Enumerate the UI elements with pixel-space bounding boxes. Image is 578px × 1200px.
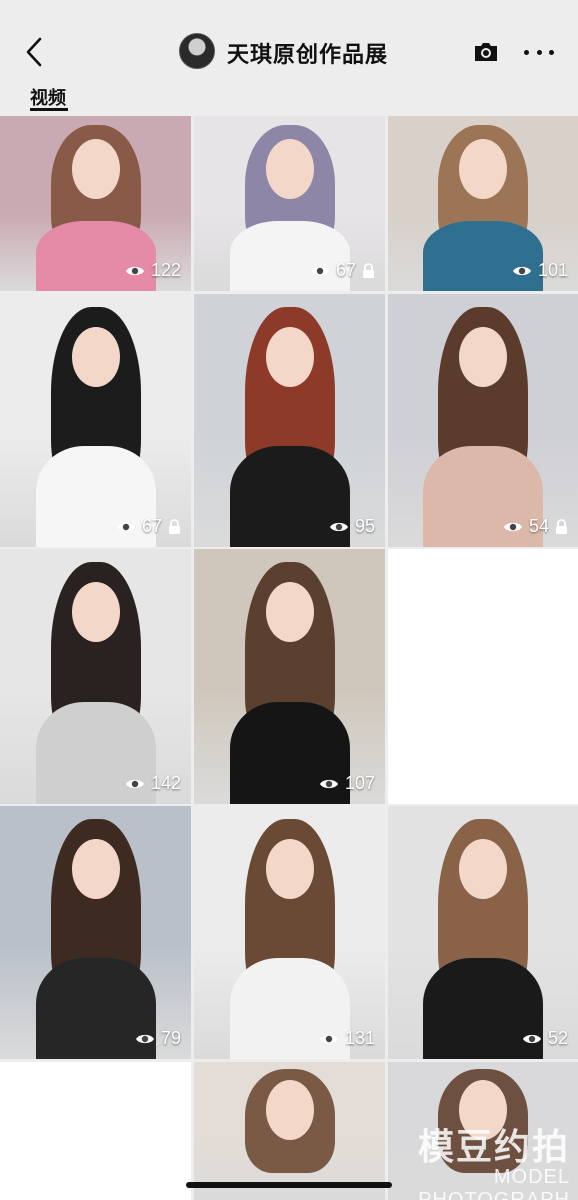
page-title: 天琪原创作品展 bbox=[227, 42, 389, 67]
video-thumbnail[interactable]: 131 bbox=[194, 806, 385, 1059]
eye-icon bbox=[125, 779, 144, 788]
camera-button[interactable] bbox=[472, 38, 500, 66]
view-count-value: 67 bbox=[335, 260, 356, 280]
portrait-photo bbox=[21, 562, 171, 804]
view-count: 79 bbox=[135, 1028, 181, 1049]
face-shape bbox=[71, 327, 120, 387]
view-count-value: 142 bbox=[150, 773, 181, 793]
face-shape bbox=[459, 839, 507, 899]
portrait-photo bbox=[215, 307, 365, 547]
face-shape bbox=[265, 327, 314, 387]
video-grid: 122 67 101 67 95 54 142 107 79 131 52 bbox=[0, 116, 578, 1200]
video-thumbnail[interactable]: 101 bbox=[388, 116, 578, 291]
eye-icon bbox=[319, 1034, 338, 1043]
watermark-logo-text: 模豆约拍 bbox=[417, 1126, 570, 1167]
more-options-button[interactable] bbox=[524, 40, 554, 64]
face-shape bbox=[265, 582, 314, 642]
view-count: 54 bbox=[503, 516, 568, 537]
view-count: 122 bbox=[125, 260, 181, 281]
face-shape bbox=[265, 1080, 314, 1140]
view-count-value: 79 bbox=[160, 1028, 181, 1048]
dot-icon bbox=[549, 49, 554, 55]
view-count: 95 bbox=[329, 516, 375, 537]
eye-icon bbox=[512, 266, 531, 275]
view-count: 131 bbox=[319, 1028, 375, 1049]
video-thumbnail[interactable]: 95 bbox=[194, 294, 385, 547]
tab-active-indicator bbox=[30, 108, 68, 111]
view-count: 67 bbox=[310, 260, 375, 281]
view-count-value: 67 bbox=[141, 516, 162, 536]
view-count: 67 bbox=[116, 516, 181, 537]
face-shape bbox=[71, 582, 120, 642]
top-bar: 天琪原创作品展 视频 bbox=[0, 0, 578, 116]
view-count-value: 101 bbox=[537, 260, 568, 280]
eye-icon bbox=[522, 1034, 541, 1043]
view-count-value: 131 bbox=[344, 1028, 375, 1048]
video-thumbnail[interactable]: 52 bbox=[388, 806, 578, 1059]
video-thumbnail[interactable]: 142 bbox=[0, 549, 191, 804]
portrait-photo bbox=[408, 819, 558, 1059]
video-thumbnail[interactable]: 122 bbox=[0, 116, 191, 291]
eye-icon bbox=[135, 1034, 154, 1043]
eye-icon bbox=[116, 522, 135, 531]
face-shape bbox=[265, 839, 314, 899]
home-indicator bbox=[186, 1182, 392, 1188]
portrait-photo bbox=[215, 562, 365, 804]
back-button[interactable] bbox=[18, 32, 50, 72]
eye-icon bbox=[319, 779, 338, 788]
portrait-photo bbox=[215, 819, 365, 1059]
portrait-photo bbox=[21, 307, 171, 547]
back-chevron-icon bbox=[26, 37, 42, 67]
empty-cell bbox=[388, 549, 578, 804]
face-shape bbox=[71, 139, 120, 199]
avatar[interactable] bbox=[179, 33, 215, 69]
eye-icon bbox=[310, 266, 329, 275]
dot-icon bbox=[536, 49, 542, 55]
view-count-value: 54 bbox=[528, 516, 549, 536]
portrait-photo bbox=[21, 819, 171, 1059]
face-shape bbox=[265, 139, 314, 199]
view-count-value: 52 bbox=[547, 1028, 568, 1048]
video-thumbnail[interactable]: 67 bbox=[0, 294, 191, 547]
camera-icon bbox=[475, 43, 497, 61]
view-count-value: 107 bbox=[344, 773, 375, 793]
view-count: 101 bbox=[512, 260, 568, 281]
face-shape bbox=[71, 839, 120, 899]
portrait-photo bbox=[408, 307, 558, 547]
eye-icon bbox=[125, 266, 144, 275]
eye-icon bbox=[503, 522, 522, 531]
view-count-value: 95 bbox=[354, 516, 375, 536]
lock-icon bbox=[363, 262, 374, 278]
dot-icon bbox=[524, 49, 529, 55]
video-thumbnail[interactable]: 67 bbox=[194, 116, 385, 291]
face-shape bbox=[459, 139, 507, 199]
lock-icon bbox=[556, 518, 567, 534]
lock-icon bbox=[169, 518, 180, 534]
video-thumbnail[interactable]: 79 bbox=[0, 806, 191, 1059]
view-count: 142 bbox=[125, 773, 181, 794]
view-count: 107 bbox=[319, 773, 375, 794]
eye-icon bbox=[329, 522, 348, 531]
view-count: 52 bbox=[522, 1028, 568, 1049]
view-count-value: 122 bbox=[150, 260, 181, 280]
video-thumbnail[interactable]: 54 bbox=[388, 294, 578, 547]
empty-cell bbox=[0, 1062, 191, 1200]
face-shape bbox=[459, 327, 507, 387]
tab-videos[interactable]: 视频 bbox=[30, 84, 66, 110]
video-thumbnail[interactable]: 107 bbox=[194, 549, 385, 804]
